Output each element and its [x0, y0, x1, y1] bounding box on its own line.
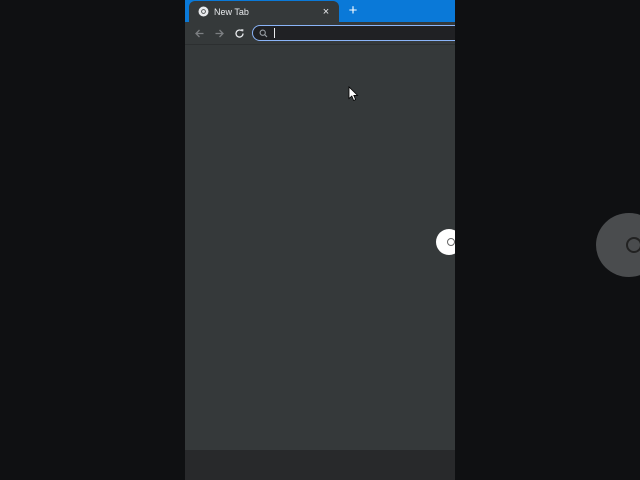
omnibox-input[interactable]	[272, 28, 432, 38]
arrow-left-icon	[194, 29, 203, 37]
search-icon	[626, 237, 640, 253]
back-button[interactable]	[192, 26, 206, 40]
reload-icon	[234, 28, 244, 38]
forward-button[interactable]	[212, 26, 226, 40]
tab-new-tab[interactable]: New Tab ×	[189, 1, 339, 22]
search-icon	[447, 238, 455, 246]
floating-button[interactable]	[596, 213, 640, 277]
bottom-bar	[185, 450, 455, 480]
search-icon	[259, 29, 268, 38]
mouse-cursor-icon	[348, 86, 359, 102]
tab-title: New Tab	[214, 6, 249, 17]
browser-window: New Tab × +	[185, 0, 455, 480]
text-caret	[274, 28, 275, 38]
reload-button[interactable]	[232, 26, 246, 40]
close-icon[interactable]: ×	[319, 5, 333, 19]
toolbar	[185, 22, 455, 45]
screen: New Tab × +	[0, 0, 640, 480]
chrome-icon	[198, 6, 209, 17]
omnibox[interactable]	[252, 25, 455, 41]
arrow-right-icon	[215, 29, 224, 37]
new-tab-button[interactable]: +	[345, 3, 361, 19]
page-content[interactable]	[185, 45, 455, 450]
tab-strip: New Tab × +	[185, 0, 455, 22]
side-panel-button[interactable]	[436, 229, 455, 255]
